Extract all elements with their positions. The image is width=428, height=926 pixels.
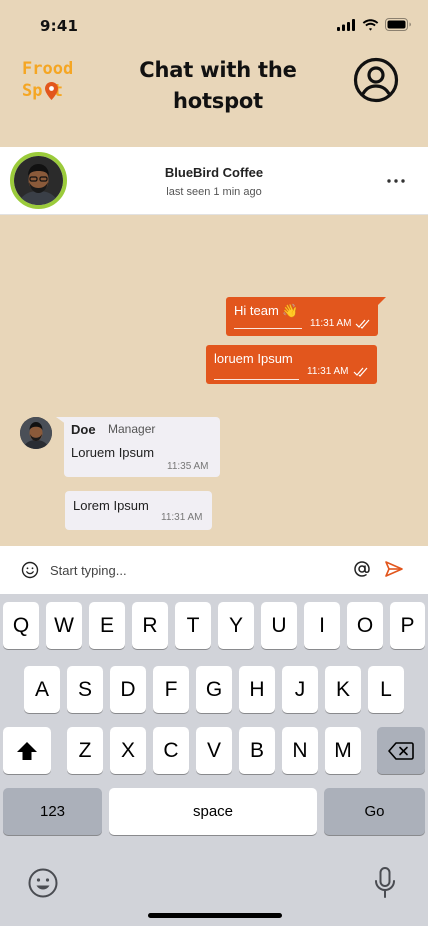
key-n[interactable]: N (282, 727, 318, 774)
logo-text-line1: Frood (22, 59, 74, 79)
contact-avatar[interactable] (10, 152, 67, 209)
key-d[interactable]: D (110, 666, 146, 713)
key-k[interactable]: K (325, 666, 361, 713)
message-composer (0, 546, 428, 594)
status-icons (337, 18, 412, 31)
key-h[interactable]: H (239, 666, 275, 713)
key-b[interactable]: B (239, 727, 275, 774)
key-z[interactable]: Z (67, 727, 103, 774)
sender-avatar[interactable] (20, 417, 52, 449)
more-options-button[interactable] (384, 169, 408, 193)
key-y[interactable]: Y (218, 602, 254, 649)
emoji-keyboard-icon[interactable] (27, 867, 59, 899)
message-time: 11:35 AM (167, 461, 209, 472)
contact-last-seen: last seen 1 min ago (166, 186, 262, 198)
contact-bar: BlueBird Coffee last seen 1 min ago (0, 147, 428, 215)
key-j[interactable]: J (282, 666, 318, 713)
status-bar: 9:41 (0, 0, 428, 50)
key-a[interactable]: A (24, 666, 60, 713)
page-title: Chat with the hotspot (139, 58, 297, 113)
message-time: 11:31 AM (310, 318, 352, 329)
shift-arrow-icon (17, 741, 37, 760)
profile-button[interactable] (352, 56, 400, 104)
key-w[interactable]: W (46, 602, 82, 649)
more-horizontal-icon (387, 179, 405, 183)
numbers-key[interactable]: 123 (3, 788, 102, 835)
key-u[interactable]: U (261, 602, 297, 649)
key-g[interactable]: G (196, 666, 232, 713)
key-i[interactable]: I (304, 602, 340, 649)
location-pin-icon (45, 82, 58, 100)
message-underline (214, 379, 299, 380)
message-underline (234, 328, 302, 329)
delete-key[interactable] (377, 727, 425, 774)
sender-name: Doe (71, 422, 96, 437)
key-c[interactable]: C (153, 727, 189, 774)
double-check-icon (353, 367, 368, 377)
space-key[interactable]: space (109, 788, 317, 835)
message-incoming[interactable]: Lorem Ipsum 11:31 AM (65, 491, 212, 530)
emoji-icon[interactable] (21, 561, 39, 579)
contact-name: BlueBird Coffee (164, 165, 264, 180)
battery-icon (385, 18, 411, 31)
message-text: loruem Ipsum (214, 351, 293, 366)
send-icon[interactable] (384, 560, 404, 578)
wifi-icon (362, 18, 379, 31)
message-outgoing[interactable]: loruem Ipsum 11:31 AM (206, 345, 377, 384)
key-t[interactable]: T (175, 602, 211, 649)
double-check-icon (355, 319, 370, 329)
key-l[interactable]: L (368, 666, 404, 713)
key-s[interactable]: S (67, 666, 103, 713)
message-input[interactable] (50, 560, 330, 580)
key-m[interactable]: M (325, 727, 361, 774)
message-time: 11:31 AM (307, 366, 349, 377)
message-outgoing[interactable]: Hi team 👋 11:31 AM (226, 297, 386, 336)
backspace-icon (388, 741, 414, 760)
avatar-illustration (14, 156, 63, 205)
bubble-tail (56, 417, 70, 427)
key-v[interactable]: V (196, 727, 232, 774)
go-key[interactable]: Go (324, 788, 425, 835)
shift-key[interactable] (3, 727, 51, 774)
microphone-icon[interactable] (374, 867, 396, 899)
key-f[interactable]: F (153, 666, 189, 713)
signal-icon (337, 18, 355, 31)
message-text: Hi team 👋 (234, 303, 299, 318)
key-o[interactable]: O (347, 602, 383, 649)
logo-text-line2: Sp t (22, 80, 88, 102)
message-text: Lorem Ipsum (73, 498, 149, 513)
avatar-illustration (20, 417, 52, 449)
key-r[interactable]: R (132, 602, 168, 649)
home-indicator[interactable] (148, 913, 282, 918)
key-e[interactable]: E (89, 602, 125, 649)
key-q[interactable]: Q (3, 602, 39, 649)
message-time: 11:31 AM (161, 512, 203, 523)
sender-role: Manager (108, 422, 156, 436)
user-circle-icon (353, 57, 399, 103)
message-text: Loruem Ipsum (71, 445, 155, 460)
bubble-tail (370, 297, 386, 309)
status-time: 9:41 (40, 17, 79, 35)
key-p[interactable]: P (390, 602, 425, 649)
mention-icon[interactable] (353, 560, 371, 578)
message-incoming[interactable]: Doe Manager Loruem Ipsum 11:35 AM (56, 417, 220, 477)
app-logo: Frood Sp t (22, 58, 88, 108)
key-x[interactable]: X (110, 727, 146, 774)
